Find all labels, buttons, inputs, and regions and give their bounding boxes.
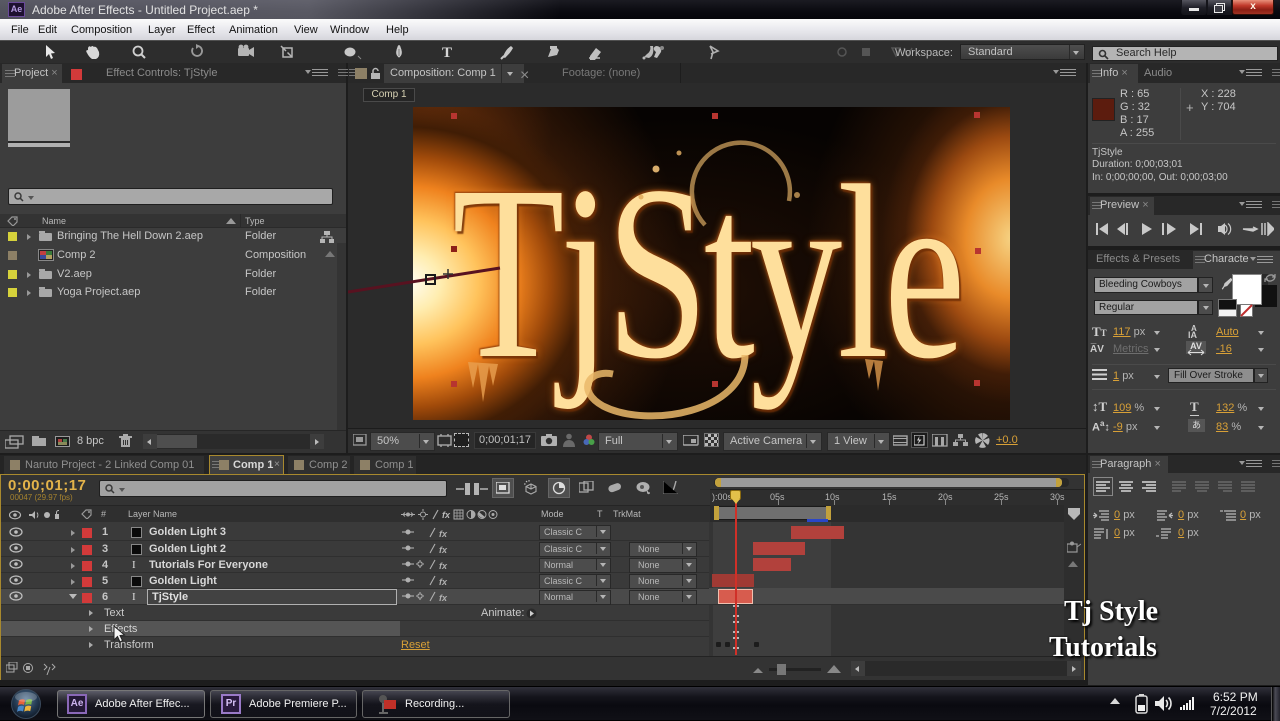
svg-text:A̅V: A̅V: [1090, 343, 1104, 355]
svg-text:T: T: [442, 45, 452, 61]
svg-text:fx: fx: [439, 593, 448, 603]
svg-text:fx: fx: [439, 545, 448, 555]
svg-text:fx: fx: [439, 529, 448, 539]
svg-text:fx: fx: [442, 510, 451, 520]
svg-text:lA: lA: [1188, 330, 1198, 339]
svg-text:fx: fx: [439, 577, 448, 587]
svg-text:fx: fx: [439, 561, 448, 571]
